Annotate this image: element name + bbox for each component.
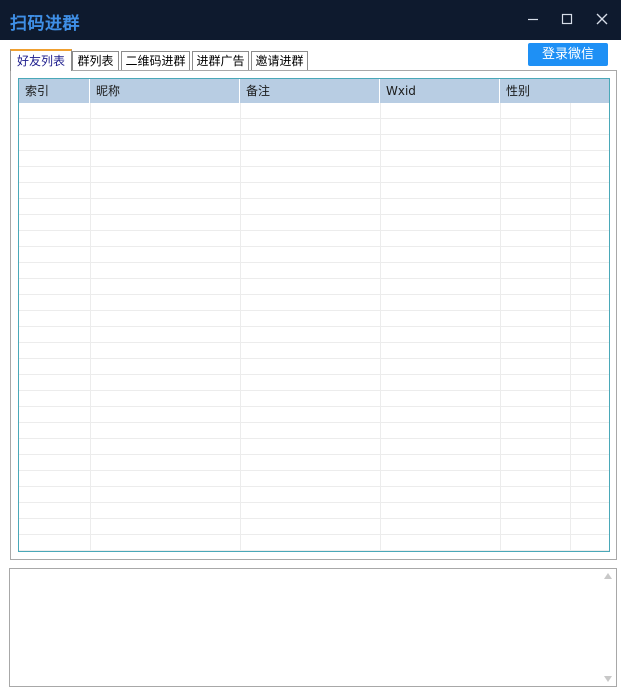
title-bar[interactable]: 扫码进群 [0, 0, 621, 40]
friend-table[interactable]: 索引 昵称 备注 Wxid 性别 [18, 78, 610, 552]
close-button[interactable] [589, 8, 615, 30]
log-textbox[interactable] [9, 568, 617, 687]
tab-join-ads[interactable]: 进群广告 [192, 51, 249, 70]
scroll-down-icon[interactable] [603, 675, 613, 683]
maximize-button[interactable] [554, 8, 580, 30]
column-header-wxid[interactable]: Wxid [380, 79, 500, 103]
minimize-icon [528, 18, 538, 21]
column-divider [380, 103, 381, 551]
table-header: 索引 昵称 备注 Wxid 性别 [19, 79, 609, 103]
tab-group-list[interactable]: 群列表 [72, 51, 119, 70]
column-header-nickname[interactable]: 昵称 [90, 79, 240, 103]
window-title: 扫码进群 [10, 14, 80, 34]
column-header-remark[interactable]: 备注 [240, 79, 380, 103]
column-header-index[interactable]: 索引 [19, 79, 90, 103]
scroll-up-icon[interactable] [603, 572, 613, 580]
close-icon [596, 13, 608, 25]
minimize-button[interactable] [520, 8, 546, 30]
tab-friend-list[interactable]: 好友列表 [10, 49, 72, 71]
column-divider [90, 103, 91, 551]
tab-invite-join[interactable]: 邀请进群 [251, 51, 308, 70]
column-divider [570, 103, 571, 551]
table-body[interactable] [19, 103, 609, 551]
column-divider [500, 103, 501, 551]
column-header-gender[interactable]: 性别 [500, 79, 609, 103]
friend-list-page: 索引 昵称 备注 Wxid 性别 [10, 70, 617, 560]
main-window: 扫码进群 登录微信 好友列表 群列表 二维码进群 进群广告 邀请进群 索引 昵称… [0, 0, 621, 690]
maximize-icon [561, 13, 573, 25]
tab-qrcode-join[interactable]: 二维码进群 [121, 51, 190, 70]
column-divider [240, 103, 241, 551]
login-wechat-button[interactable]: 登录微信 [528, 43, 608, 66]
